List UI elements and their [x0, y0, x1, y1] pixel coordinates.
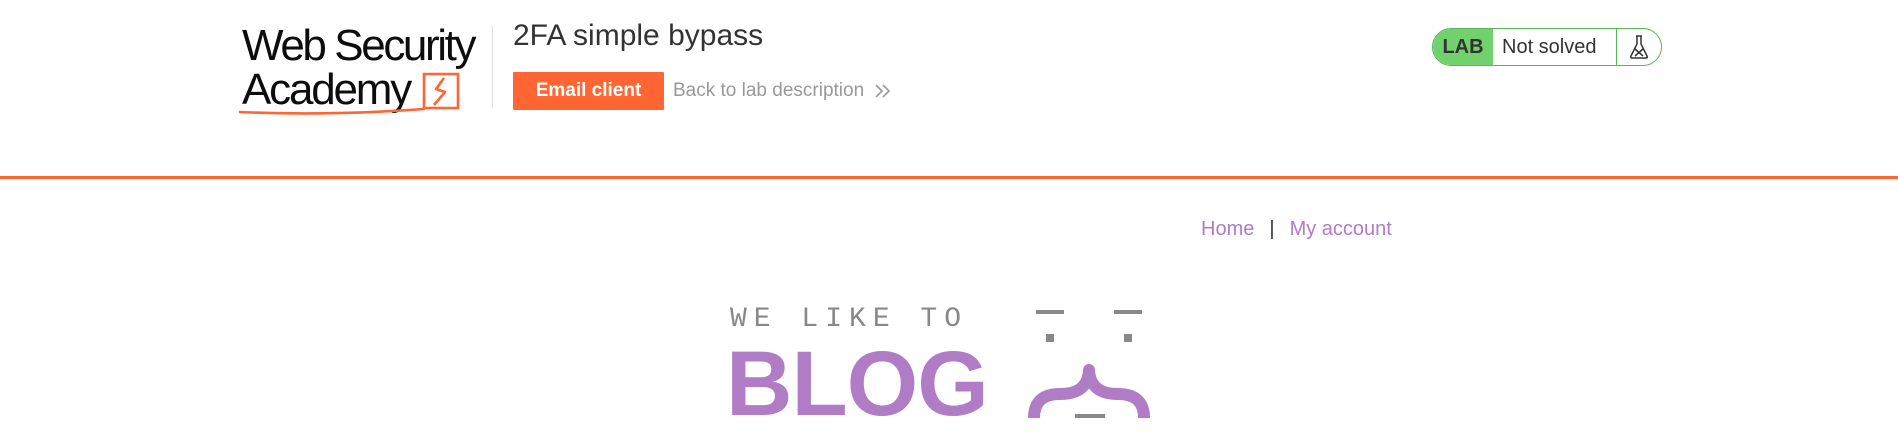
header-accent-rule	[0, 176, 1898, 179]
logo-underline	[238, 107, 426, 115]
web-security-academy-logo[interactable]: Web Security Academy	[238, 22, 490, 118]
back-to-lab-description-link[interactable]: Back to lab description	[673, 80, 892, 102]
flask-icon	[1617, 29, 1661, 65]
lab-status-tag: LAB	[1433, 29, 1493, 65]
double-chevron-right-icon	[875, 84, 891, 98]
header-divider	[492, 26, 493, 108]
lab-status-text: Not solved	[1493, 29, 1617, 65]
email-client-button[interactable]: Email client	[513, 72, 664, 110]
nav-my-account-link[interactable]: My account	[1290, 218, 1392, 241]
nav-separator: |	[1269, 218, 1275, 240]
banner-word: BLOG	[726, 333, 989, 435]
back-link-label: Back to lab description	[673, 80, 865, 101]
logo-text-line1: Web Security	[242, 21, 476, 70]
nav-home-link[interactable]: Home	[1201, 218, 1254, 241]
top-nav: Home | My account	[1201, 218, 1392, 241]
banner-tagline: WE LIKE TO	[730, 304, 969, 335]
brace-face-icon	[1028, 310, 1150, 419]
lab-title: 2FA simple bypass	[513, 19, 764, 52]
lab-header: Web Security Academy 2FA simple bypass E…	[0, 0, 1898, 179]
blog-banner: WE LIKE TO BLOG	[726, 302, 1186, 440]
lab-status-widget: LAB Not solved	[1432, 28, 1662, 66]
